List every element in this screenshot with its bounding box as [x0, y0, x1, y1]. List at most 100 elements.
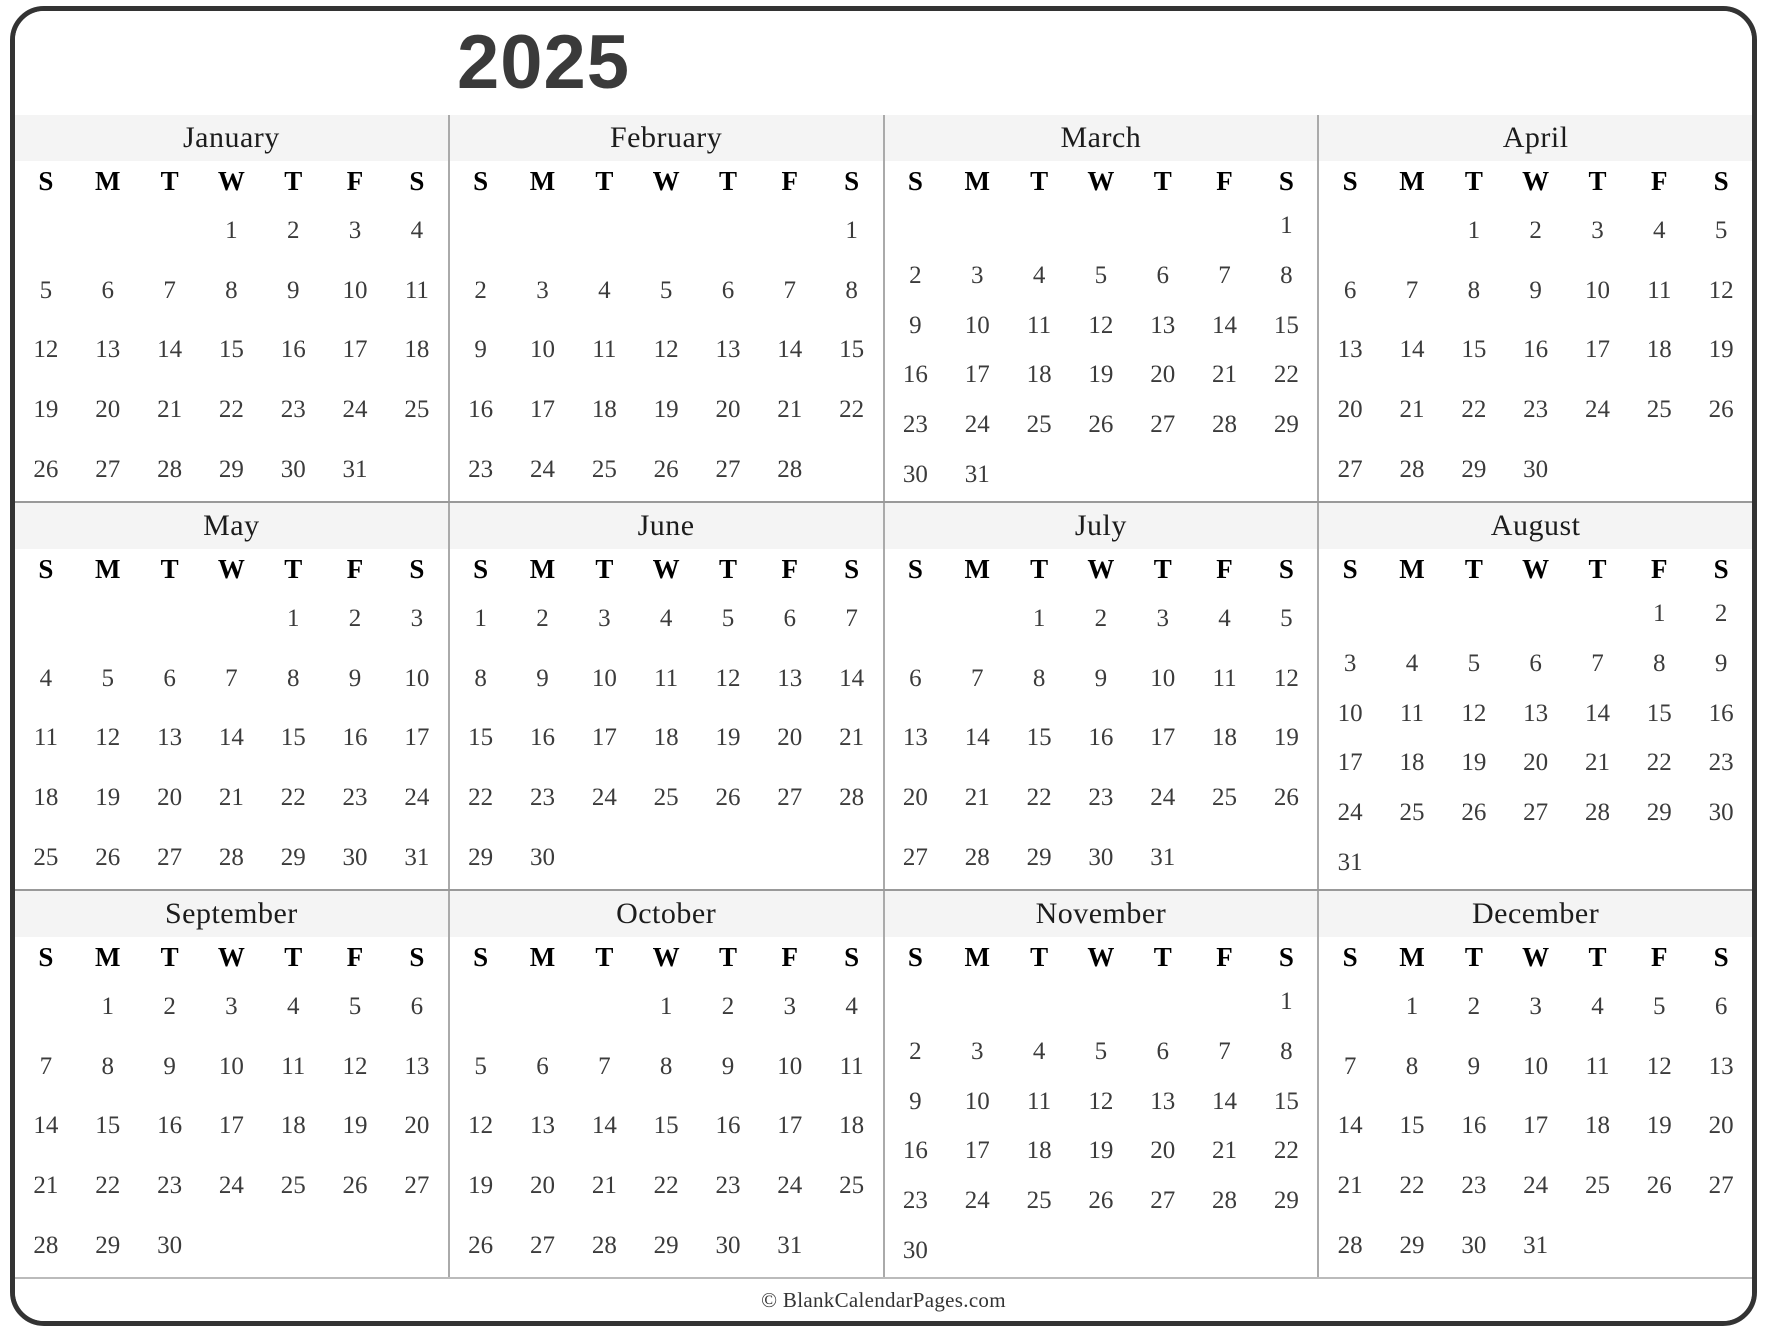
day-cell[interactable]: 21	[946, 785, 1008, 810]
day-cell[interactable]: 30	[139, 1233, 201, 1258]
day-cell[interactable]: 6	[1132, 1039, 1194, 1064]
day-cell[interactable]: 10	[1132, 666, 1194, 691]
day-cell[interactable]: 13	[759, 666, 821, 691]
day-cell[interactable]: 30	[262, 457, 324, 482]
day-cell[interactable]: 28	[759, 457, 821, 482]
day-cell[interactable]: 15	[1628, 701, 1690, 726]
day-cell[interactable]: 2	[1690, 601, 1752, 626]
day-cell[interactable]: 31	[946, 462, 1008, 487]
day-cell[interactable]: 14	[1567, 701, 1629, 726]
day-cell[interactable]: 4	[386, 218, 448, 243]
day-cell[interactable]: 11	[635, 666, 697, 691]
day-cell[interactable]: 18	[1008, 362, 1070, 387]
day-cell[interactable]: 18	[1628, 337, 1690, 362]
day-cell[interactable]: 12	[1628, 1054, 1690, 1079]
day-cell[interactable]: 2	[1443, 994, 1505, 1019]
day-cell[interactable]: 19	[1628, 1113, 1690, 1138]
day-cell[interactable]: 1	[1628, 601, 1690, 626]
day-cell[interactable]: 30	[697, 1233, 759, 1258]
day-cell[interactable]: 5	[77, 666, 139, 691]
day-cell[interactable]: 13	[697, 337, 759, 362]
day-cell[interactable]: 4	[573, 278, 635, 303]
day-cell[interactable]: 9	[139, 1054, 201, 1079]
day-cell[interactable]: 17	[324, 337, 386, 362]
day-cell[interactable]: 17	[386, 725, 448, 750]
day-cell[interactable]: 11	[15, 725, 77, 750]
day-cell[interactable]: 17	[1132, 725, 1194, 750]
day-cell[interactable]: 23	[450, 457, 512, 482]
day-cell[interactable]: 24	[1132, 785, 1194, 810]
day-cell[interactable]: 17	[1567, 337, 1629, 362]
month-block-january[interactable]: January S M T W T F S 1 2 3 4 5 6 7 8 9 10 11 12 13 14 15 16 17 1…	[15, 115, 448, 501]
day-cell[interactable]: 19	[1070, 362, 1132, 387]
day-cell[interactable]: 5	[15, 278, 77, 303]
day-cell[interactable]: 14	[946, 725, 1008, 750]
day-cell[interactable]: 20	[1132, 1138, 1194, 1163]
day-cell[interactable]: 28	[139, 457, 201, 482]
day-cell[interactable]: 17	[946, 1138, 1008, 1163]
day-cell[interactable]: 1	[635, 994, 697, 1019]
day-cell[interactable]: 8	[1628, 651, 1690, 676]
day-cell[interactable]: 6	[885, 666, 947, 691]
day-cell[interactable]: 7	[759, 278, 821, 303]
day-cell[interactable]: 9	[1505, 278, 1567, 303]
day-cell[interactable]: 31	[1132, 845, 1194, 870]
day-cell[interactable]: 12	[635, 337, 697, 362]
day-cell[interactable]: 31	[324, 457, 386, 482]
day-cell[interactable]: 6	[386, 994, 448, 1019]
day-cell[interactable]: 19	[635, 397, 697, 422]
day-cell[interactable]: 4	[1567, 994, 1629, 1019]
day-cell[interactable]: 12	[77, 725, 139, 750]
day-cell[interactable]: 15	[1008, 725, 1070, 750]
day-cell[interactable]: 7	[139, 278, 201, 303]
day-cell[interactable]: 29	[450, 845, 512, 870]
day-cell[interactable]: 28	[15, 1233, 77, 1258]
day-cell[interactable]: 19	[324, 1113, 386, 1138]
day-cell[interactable]: 15	[450, 725, 512, 750]
day-cell[interactable]: 23	[885, 1188, 947, 1213]
day-cell[interactable]: 24	[324, 397, 386, 422]
day-cell[interactable]: 8	[450, 666, 512, 691]
day-cell[interactable]: 3	[386, 606, 448, 631]
day-cell[interactable]: 28	[946, 845, 1008, 870]
day-cell[interactable]: 21	[139, 397, 201, 422]
day-cell[interactable]: 19	[1443, 750, 1505, 775]
day-cell[interactable]: 9	[1690, 651, 1752, 676]
day-cell[interactable]: 24	[759, 1173, 821, 1198]
day-cell[interactable]: 2	[324, 606, 386, 631]
day-cell[interactable]: 1	[450, 606, 512, 631]
month-block-september[interactable]: September S M T W T F S 1 2 3 4 5 6 7 8 9 10 11 12 13 14 15 16 1…	[15, 891, 448, 1277]
day-cell[interactable]: 7	[946, 666, 1008, 691]
day-cell[interactable]: 7	[573, 1054, 635, 1079]
day-cell[interactable]: 24	[512, 457, 574, 482]
day-cell[interactable]: 10	[200, 1054, 262, 1079]
day-cell[interactable]: 21	[573, 1173, 635, 1198]
day-cell[interactable]: 2	[450, 278, 512, 303]
day-cell[interactable]: 7	[1381, 278, 1443, 303]
day-cell[interactable]: 16	[1690, 701, 1752, 726]
day-cell[interactable]: 14	[1381, 337, 1443, 362]
day-cell[interactable]: 14	[1194, 313, 1256, 338]
day-cell[interactable]: 28	[1194, 1188, 1256, 1213]
day-cell[interactable]: 4	[1008, 1039, 1070, 1064]
day-cell[interactable]: 9	[450, 337, 512, 362]
day-cell[interactable]: 6	[77, 278, 139, 303]
day-cell[interactable]: 3	[512, 278, 574, 303]
day-cell[interactable]: 26	[635, 457, 697, 482]
day-cell[interactable]: 23	[1690, 750, 1752, 775]
day-cell[interactable]: 17	[512, 397, 574, 422]
day-cell[interactable]: 18	[1194, 725, 1256, 750]
day-cell[interactable]: 2	[512, 606, 574, 631]
day-cell[interactable]: 17	[1505, 1113, 1567, 1138]
day-cell[interactable]: 30	[885, 462, 947, 487]
day-cell[interactable]: 5	[1255, 606, 1317, 631]
day-cell[interactable]: 6	[697, 278, 759, 303]
day-cell[interactable]: 11	[1008, 313, 1070, 338]
day-cell[interactable]: 22	[200, 397, 262, 422]
day-cell[interactable]: 22	[635, 1173, 697, 1198]
day-cell[interactable]: 18	[821, 1113, 883, 1138]
day-cell[interactable]: 27	[77, 457, 139, 482]
day-cell[interactable]: 15	[77, 1113, 139, 1138]
day-cell[interactable]: 14	[1194, 1089, 1256, 1114]
day-cell[interactable]: 3	[573, 606, 635, 631]
